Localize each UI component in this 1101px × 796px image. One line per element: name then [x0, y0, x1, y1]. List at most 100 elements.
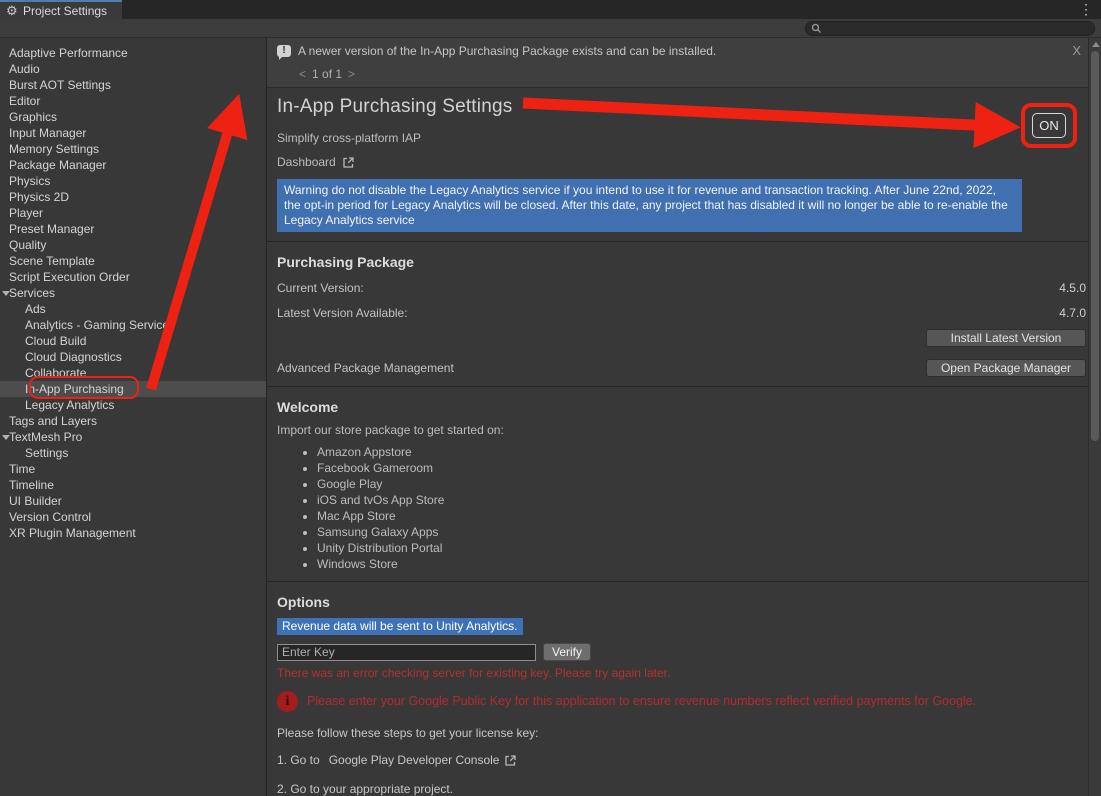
sidebar-item-physics[interactable]: Physics [0, 173, 266, 189]
sidebar-item-input-manager[interactable]: Input Manager [0, 125, 266, 141]
external-link-icon[interactable] [504, 754, 517, 767]
sidebar-item-version-control[interactable]: Version Control [0, 509, 266, 525]
scrollbar-thumb[interactable] [1091, 51, 1099, 441]
sidebar-item-settings[interactable]: Settings [0, 445, 266, 461]
sidebar-item-audio[interactable]: Audio [0, 61, 266, 77]
sidebar-item-physics-2d[interactable]: Physics 2D [0, 189, 266, 205]
sidebar-item-quality[interactable]: Quality [0, 237, 266, 253]
sidebar-item-label: UI Builder [9, 494, 62, 508]
external-link-icon[interactable] [342, 156, 355, 169]
store-list: Amazon AppstoreFacebook GameroomGoogle P… [317, 444, 1086, 572]
pager-label: 1 of 1 [312, 67, 342, 81]
sidebar-item-script-execution-order[interactable]: Script Execution Order [0, 269, 266, 285]
vertical-scrollbar[interactable] [1088, 38, 1101, 796]
store-list-item: Google Play [317, 476, 1086, 492]
sidebar-item-cloud-build[interactable]: Cloud Build [0, 333, 266, 349]
store-list-item: Samsung Galaxy Apps [317, 524, 1086, 540]
legacy-analytics-warning: Warning do not disable the Legacy Analyt… [277, 179, 1022, 232]
sidebar-item-tags-and-layers[interactable]: Tags and Layers [0, 413, 266, 429]
search-input[interactable] [825, 23, 1089, 35]
notification-close-button[interactable]: X [1072, 43, 1081, 58]
key-check-error-text: There was an error checking server for e… [277, 666, 1086, 680]
latest-version-label: Latest Version Available: [277, 306, 408, 320]
section-divider [267, 581, 1095, 582]
sidebar-item-collaborate[interactable]: Collaborate [0, 365, 266, 381]
sidebar-item-label: Collaborate [25, 366, 86, 380]
sidebar-item-memory-settings[interactable]: Memory Settings [0, 141, 266, 157]
store-list-item: iOS and tvOs App Store [317, 492, 1086, 508]
sidebar-item-label: Physics [9, 174, 50, 188]
sidebar-item-burst-aot-settings[interactable]: Burst AOT Settings [0, 77, 266, 93]
sidebar-item-textmesh-pro[interactable]: TextMesh Pro [0, 429, 266, 445]
iap-enable-toggle[interactable]: ON [1032, 113, 1066, 138]
sidebar-item-label: Tags and Layers [9, 414, 97, 428]
advanced-package-management-label: Advanced Package Management [277, 361, 454, 375]
sidebar-item-in-app-purchasing[interactable]: In-App Purchasing [0, 381, 266, 397]
store-list-item: Windows Store [317, 556, 1086, 572]
sidebar-item-label: Time [9, 462, 35, 476]
store-list-item: Facebook Gameroom [317, 460, 1086, 476]
console-warning-icon: ! [277, 45, 291, 57]
current-version-label: Current Version: [277, 281, 364, 295]
kebab-menu-icon[interactable]: ⋮ [1079, 1, 1093, 18]
sidebar-item-label: Input Manager [9, 126, 86, 140]
sidebar-item-label: Physics 2D [9, 190, 69, 204]
sidebar-item-label: Cloud Diagnostics [25, 350, 122, 364]
search-icon [811, 23, 822, 34]
current-version-value: 4.5.0 [1059, 281, 1086, 295]
gear-icon: ⚙ [6, 5, 18, 17]
page-subtitle: Simplify cross-platform IAP [277, 131, 1086, 145]
sidebar-item-editor[interactable]: Editor [0, 93, 266, 109]
scroll-up-arrow-icon[interactable] [1092, 42, 1100, 47]
foldout-triangle-icon[interactable] [2, 291, 10, 296]
sidebar-item-label: Scene Template [9, 254, 95, 268]
sidebar-item-label: Memory Settings [9, 142, 99, 156]
sidebar-item-label: Burst AOT Settings [9, 78, 111, 92]
tab-project-settings[interactable]: ⚙ Project Settings [0, 0, 122, 19]
sidebar-item-legacy-analytics[interactable]: Legacy Analytics [0, 397, 266, 413]
error-info-icon: i [277, 691, 298, 712]
purchasing-package-heading: Purchasing Package [277, 254, 1086, 270]
open-package-manager-button[interactable]: Open Package Manager [926, 359, 1086, 377]
sidebar-item-label: Player [9, 206, 43, 220]
sidebar-item-label: XR Plugin Management [9, 526, 136, 540]
foldout-triangle-icon[interactable] [2, 435, 10, 440]
sidebar-item-player[interactable]: Player [0, 205, 266, 221]
sidebar-item-time[interactable]: Time [0, 461, 266, 477]
sidebar-item-xr-plugin-management[interactable]: XR Plugin Management [0, 525, 266, 541]
sidebar-item-label: Ads [25, 302, 46, 316]
sidebar-item-label: In-App Purchasing [25, 382, 124, 396]
dashboard-link[interactable]: Dashboard [277, 155, 336, 169]
sidebar-item-label: Settings [25, 446, 68, 460]
title-bar: ⚙ Project Settings ⋮ [0, 0, 1101, 19]
sidebar-item-scene-template[interactable]: Scene Template [0, 253, 266, 269]
install-latest-version-button[interactable]: Install Latest Version [926, 329, 1086, 347]
main-panel: ! A newer version of the In-App Purchasi… [267, 38, 1101, 796]
sidebar-item-cloud-diagnostics[interactable]: Cloud Diagnostics [0, 349, 266, 365]
license-key-input[interactable] [277, 644, 536, 661]
sidebar-item-ads[interactable]: Ads [0, 301, 266, 317]
options-heading: Options [277, 594, 1086, 610]
page-title: In-App Purchasing Settings [277, 96, 1086, 118]
store-list-item: Unity Distribution Portal [317, 540, 1086, 556]
sidebar-item-analytics-gaming-services[interactable]: Analytics - Gaming Services [0, 317, 266, 333]
sidebar-item-label: Timeline [9, 478, 54, 492]
sidebar-item-timeline[interactable]: Timeline [0, 477, 266, 493]
sidebar-item-label: Legacy Analytics [25, 398, 114, 412]
google-play-console-link[interactable]: Google Play Developer Console [329, 753, 500, 767]
step-2: 2. Go to your appropriate project. [277, 782, 1086, 796]
sidebar-item-graphics[interactable]: Graphics [0, 109, 266, 125]
sidebar-item-services[interactable]: Services [0, 285, 266, 301]
sidebar-item-package-manager[interactable]: Package Manager [0, 157, 266, 173]
notification-pager: < 1 of 1 > [299, 67, 355, 81]
verify-button[interactable]: Verify [543, 643, 591, 661]
sidebar-item-ui-builder[interactable]: UI Builder [0, 493, 266, 509]
sidebar-item-label: Package Manager [9, 158, 106, 172]
search-box[interactable] [805, 21, 1095, 36]
sidebar-item-preset-manager[interactable]: Preset Manager [0, 221, 266, 237]
step-1: 1. Go to Google Play Developer Console [277, 753, 1086, 767]
pager-prev-button[interactable]: < [299, 67, 306, 81]
notification-bar: ! A newer version of the In-App Purchasi… [267, 38, 1101, 88]
pager-next-button[interactable]: > [348, 67, 355, 81]
sidebar-item-adaptive-performance[interactable]: Adaptive Performance [0, 45, 266, 61]
